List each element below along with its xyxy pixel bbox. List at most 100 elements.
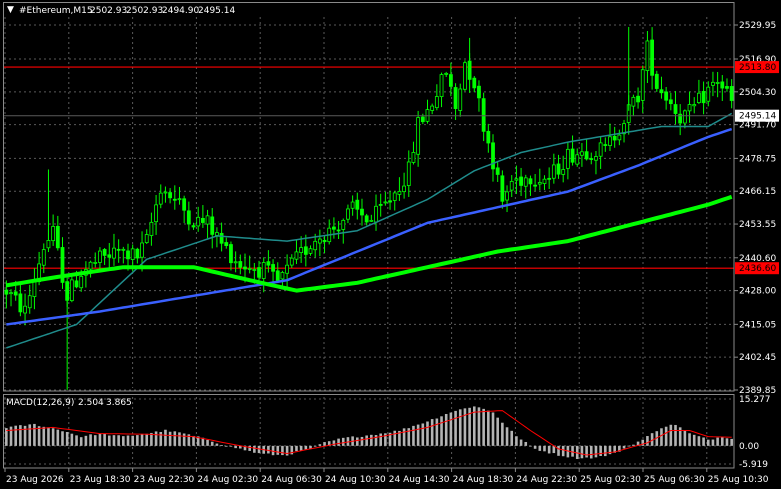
candle-body xyxy=(664,91,669,101)
candle-body xyxy=(528,178,533,185)
ohlc-open: 2502.93 xyxy=(90,6,127,16)
candle-body xyxy=(271,264,275,272)
macd-tick-label: 0.00 xyxy=(739,442,759,452)
macd-histogram-bar xyxy=(267,445,270,454)
candle-body xyxy=(706,86,711,102)
candle-body xyxy=(725,86,729,89)
candle-body xyxy=(229,244,233,264)
macd-signal-value: 3.865 xyxy=(106,398,132,408)
candle-body xyxy=(495,167,500,175)
candle-body xyxy=(289,257,294,266)
macd-histogram-bar xyxy=(28,424,32,446)
candle-body xyxy=(589,158,594,160)
candle-body xyxy=(172,198,177,201)
candle-body xyxy=(594,156,598,161)
price-tick-label: 2491.70 xyxy=(739,121,776,131)
candle-body xyxy=(509,181,514,191)
candle-body xyxy=(9,292,13,295)
candle-body xyxy=(598,142,603,157)
time-tick-label: 24 Aug 22:30 xyxy=(516,475,577,485)
time-tick-label: 24 Aug 10:30 xyxy=(325,475,386,485)
candle-body xyxy=(210,216,215,235)
macd-histogram-bar xyxy=(154,431,158,446)
candle-body xyxy=(200,217,205,223)
candle-body xyxy=(673,104,678,114)
macd-histogram-bar xyxy=(454,410,457,446)
macd-histogram-bar xyxy=(61,431,64,446)
candle-body xyxy=(434,96,439,109)
candle-body xyxy=(205,215,210,225)
candle-body xyxy=(720,81,725,89)
candle-body xyxy=(303,246,308,255)
macd-histogram-bar xyxy=(271,445,275,456)
candle-body xyxy=(130,248,135,260)
current-price-label: 2495.14 xyxy=(739,112,776,122)
macd-histogram-bar xyxy=(379,433,382,446)
macd-histogram-bar xyxy=(646,436,649,446)
candle-body xyxy=(556,163,561,175)
candle-body xyxy=(617,134,622,141)
price-tick-label: 2402.45 xyxy=(739,353,776,363)
candle-body xyxy=(537,182,542,185)
candle-body xyxy=(659,89,664,94)
macd-histogram-bar xyxy=(140,434,144,446)
candle-body xyxy=(341,219,346,230)
candle-body xyxy=(32,280,37,297)
macd-histogram-bar xyxy=(313,445,317,447)
candle-body xyxy=(388,200,392,203)
level-tag-label: 2436.60 xyxy=(739,264,776,274)
macd-histogram-bar xyxy=(519,439,523,446)
candle-body xyxy=(411,152,416,163)
candle-body xyxy=(191,225,196,228)
candle-body xyxy=(79,275,84,289)
candle-body xyxy=(448,74,453,87)
ohlc-low: 2494.90 xyxy=(162,6,199,16)
macd-histogram-bar xyxy=(482,408,485,446)
macd-histogram-bar xyxy=(192,435,195,446)
macd-histogram-bar xyxy=(304,445,308,450)
chart-background xyxy=(0,0,781,489)
time-tick-label: 23 Aug 18:30 xyxy=(70,475,131,485)
candle-body xyxy=(584,151,589,160)
price-tick-label: 2415.05 xyxy=(739,320,776,330)
macd-histogram-bar xyxy=(337,438,340,446)
time-tick-label: 25 Aug 02:30 xyxy=(580,475,641,485)
price-chart[interactable]: 2529.952516.902504.302491.702478.752466.… xyxy=(0,0,781,489)
macd-value: 2.504 xyxy=(78,398,104,408)
macd-histogram-bar xyxy=(136,435,139,446)
candle-body xyxy=(645,40,650,71)
macd-histogram-bar xyxy=(117,435,120,446)
macd-histogram-bar xyxy=(220,445,223,446)
macd-histogram-bar xyxy=(487,410,490,446)
candle-body xyxy=(23,305,27,314)
level-tag-label: 2513.80 xyxy=(739,63,776,73)
candle-body xyxy=(533,184,538,187)
macd-histogram-bar xyxy=(599,445,602,456)
macd-histogram-bar xyxy=(33,423,36,446)
macd-histogram-bar xyxy=(660,428,663,446)
candle-body xyxy=(636,95,640,103)
macd-histogram-bar xyxy=(341,437,345,446)
candle-body xyxy=(144,234,149,244)
macd-histogram-bar xyxy=(164,429,167,446)
candle-body xyxy=(93,262,98,264)
candle-body xyxy=(308,248,313,254)
symbol-label: #Ethereum,M15 xyxy=(19,6,93,16)
macd-histogram-bar xyxy=(641,439,645,446)
header-triangle: ▼ xyxy=(7,5,14,15)
candle-body xyxy=(257,267,261,278)
candle-body xyxy=(392,192,397,201)
macd-histogram-bar xyxy=(51,428,55,446)
candle-body xyxy=(215,232,219,236)
candle-body xyxy=(112,247,116,259)
macd-histogram-bar xyxy=(360,436,364,446)
price-tick-label: 2428.00 xyxy=(739,287,776,297)
candle-body xyxy=(13,291,18,296)
macd-histogram-bar xyxy=(702,437,705,446)
candle-body xyxy=(285,264,290,274)
macd-histogram-bar xyxy=(210,441,214,446)
candle-body xyxy=(299,247,304,253)
candle-body xyxy=(346,208,350,220)
candle-body xyxy=(519,176,523,186)
candle-body xyxy=(252,269,257,271)
